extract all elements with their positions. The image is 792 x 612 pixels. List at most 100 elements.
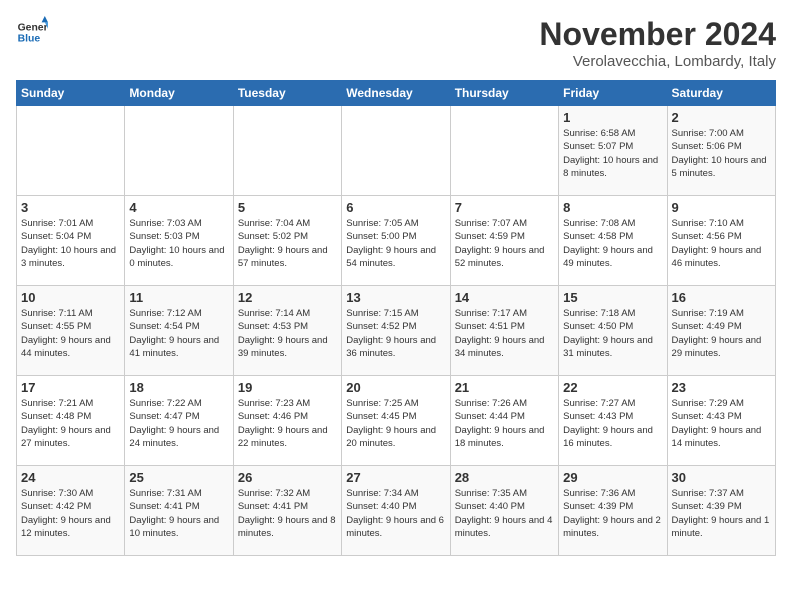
day-cell: 7 Sunrise: 7:07 AM Sunset: 4:59 PM Daylig… [450,196,558,286]
day-cell: 26Sunrise: 7:32 AM Sunset: 4:41 PM Dayli… [233,466,341,556]
day-number: 13 [346,290,445,305]
day-cell: 17 Sunrise: 7:21 AM Sunset: 4:48 PM Dayli… [17,376,125,466]
day-number: 17 [21,380,120,395]
day-cell: 8 Sunrise: 7:08 AM Sunset: 4:58 PM Daylig… [559,196,667,286]
day-cell: 18 Sunrise: 7:22 AM Sunset: 4:47 PM Dayli… [125,376,233,466]
day-cell: 15Sunrise: 7:18 AM Sunset: 4:50 PM Dayli… [559,286,667,376]
day-cell: 20 Sunrise: 7:25 AM Sunset: 4:45 PM Dayli… [342,376,450,466]
svg-text:General: General [18,22,48,33]
week-row-4: 17 Sunrise: 7:21 AM Sunset: 4:48 PM Dayli… [17,376,776,466]
day-number: 8 [563,200,662,215]
day-info: Sunrise: 7:36 AM Sunset: 4:39 PM Dayligh… [563,487,662,540]
day-cell: 27Sunrise: 7:34 AM Sunset: 4:40 PM Dayli… [342,466,450,556]
day-info: Sunrise: 7:10 AM Sunset: 4:56 PM Dayligh… [672,217,771,270]
day-number: 25 [129,470,228,485]
day-info: Sunrise: 7:18 AM Sunset: 4:50 PM Dayligh… [563,307,662,360]
day-number: 21 [455,380,554,395]
day-cell: 10 Sunrise: 7:11 AM Sunset: 4:55 PM Dayli… [17,286,125,376]
day-number: 9 [672,200,771,215]
day-info: Sunrise: 7:17 AM Sunset: 4:51 PM Dayligh… [455,307,554,360]
day-info: Sunrise: 7:21 AM Sunset: 4:48 PM Dayligh… [21,397,120,450]
day-cell: 22Sunrise: 7:27 AM Sunset: 4:43 PM Dayli… [559,376,667,466]
day-number: 4 [129,200,228,215]
day-number: 22 [563,380,662,395]
day-cell: 2Sunrise: 7:00 AM Sunset: 5:06 PM Daylig… [667,106,775,196]
day-info: Sunrise: 7:25 AM Sunset: 4:45 PM Dayligh… [346,397,445,450]
logo: General Blue [16,16,48,48]
day-cell [125,106,233,196]
day-number: 3 [21,200,120,215]
day-info: Sunrise: 7:22 AM Sunset: 4:47 PM Dayligh… [129,397,228,450]
day-cell: 9 Sunrise: 7:10 AM Sunset: 4:56 PM Daylig… [667,196,775,286]
calendar-table: SundayMondayTuesdayWednesdayThursdayFrid… [16,80,776,556]
day-cell: 3 Sunrise: 7:01 AM Sunset: 5:04 PM Daylig… [17,196,125,286]
day-info: Sunrise: 7:11 AM Sunset: 4:55 PM Dayligh… [21,307,120,360]
day-cell [342,106,450,196]
day-number: 16 [672,290,771,305]
day-cell: 12Sunrise: 7:14 AM Sunset: 4:53 PM Dayli… [233,286,341,376]
day-number: 28 [455,470,554,485]
title-section: November 2024 Verolavecchia, Lombardy, I… [539,16,776,70]
day-cell [450,106,558,196]
day-cell: 4Sunrise: 7:03 AM Sunset: 5:03 PM Daylig… [125,196,233,286]
day-info: Sunrise: 7:30 AM Sunset: 4:42 PM Dayligh… [21,487,120,540]
day-cell: 30 Sunrise: 7:37 AM Sunset: 4:39 PM Dayli… [667,466,775,556]
logo-icon: General Blue [16,16,48,48]
day-info: Sunrise: 7:35 AM Sunset: 4:40 PM Dayligh… [455,487,554,540]
day-number: 5 [238,200,337,215]
calendar-subtitle: Verolavecchia, Lombardy, Italy [539,53,776,70]
day-cell [17,106,125,196]
day-info: Sunrise: 7:07 AM Sunset: 4:59 PM Dayligh… [455,217,554,270]
header: General Blue November 2024 Verolavecchia… [16,16,776,70]
day-number: 1 [563,110,662,125]
header-row: SundayMondayTuesdayWednesdayThursdayFrid… [17,81,776,106]
header-cell-monday: Monday [125,81,233,106]
day-info: Sunrise: 7:19 AM Sunset: 4:49 PM Dayligh… [672,307,771,360]
week-row-1: 1Sunrise: 6:58 AM Sunset: 5:07 PM Daylig… [17,106,776,196]
day-cell: 13Sunrise: 7:15 AM Sunset: 4:52 PM Dayli… [342,286,450,376]
day-number: 20 [346,380,445,395]
day-cell: 25 Sunrise: 7:31 AM Sunset: 4:41 PM Dayli… [125,466,233,556]
day-info: Sunrise: 7:29 AM Sunset: 4:43 PM Dayligh… [672,397,771,450]
header-cell-sunday: Sunday [17,81,125,106]
day-number: 10 [21,290,120,305]
day-cell: 1Sunrise: 6:58 AM Sunset: 5:07 PM Daylig… [559,106,667,196]
day-number: 11 [129,290,228,305]
svg-text:Blue: Blue [18,34,41,45]
header-cell-friday: Friday [559,81,667,106]
day-cell: 5Sunrise: 7:04 AM Sunset: 5:02 PM Daylig… [233,196,341,286]
day-cell: 6Sunrise: 7:05 AM Sunset: 5:00 PM Daylig… [342,196,450,286]
calendar-header: SundayMondayTuesdayWednesdayThursdayFrid… [17,81,776,106]
day-info: Sunrise: 7:26 AM Sunset: 4:44 PM Dayligh… [455,397,554,450]
day-number: 14 [455,290,554,305]
day-cell: 11 Sunrise: 7:12 AM Sunset: 4:54 PM Dayli… [125,286,233,376]
week-row-5: 24 Sunrise: 7:30 AM Sunset: 4:42 PM Dayli… [17,466,776,556]
day-info: Sunrise: 7:08 AM Sunset: 4:58 PM Dayligh… [563,217,662,270]
day-number: 30 [672,470,771,485]
week-row-2: 3 Sunrise: 7:01 AM Sunset: 5:04 PM Daylig… [17,196,776,286]
header-cell-tuesday: Tuesday [233,81,341,106]
day-number: 23 [672,380,771,395]
day-cell: 23 Sunrise: 7:29 AM Sunset: 4:43 PM Dayli… [667,376,775,466]
day-info: Sunrise: 7:34 AM Sunset: 4:40 PM Dayligh… [346,487,445,540]
day-number: 24 [21,470,120,485]
day-number: 2 [672,110,771,125]
day-cell: 19 Sunrise: 7:23 AM Sunset: 4:46 PM Dayli… [233,376,341,466]
day-number: 7 [455,200,554,215]
day-info: Sunrise: 7:31 AM Sunset: 4:41 PM Dayligh… [129,487,228,540]
day-cell: 29Sunrise: 7:36 AM Sunset: 4:39 PM Dayli… [559,466,667,556]
day-number: 19 [238,380,337,395]
calendar-body: 1Sunrise: 6:58 AM Sunset: 5:07 PM Daylig… [17,106,776,556]
header-cell-saturday: Saturday [667,81,775,106]
day-info: Sunrise: 7:12 AM Sunset: 4:54 PM Dayligh… [129,307,228,360]
day-number: 18 [129,380,228,395]
day-cell: 14 Sunrise: 7:17 AM Sunset: 4:51 PM Dayli… [450,286,558,376]
day-info: Sunrise: 7:01 AM Sunset: 5:04 PM Dayligh… [21,217,120,270]
calendar-title: November 2024 [539,16,776,53]
day-cell: 28 Sunrise: 7:35 AM Sunset: 4:40 PM Dayli… [450,466,558,556]
header-cell-thursday: Thursday [450,81,558,106]
day-info: Sunrise: 7:23 AM Sunset: 4:46 PM Dayligh… [238,397,337,450]
day-number: 26 [238,470,337,485]
header-cell-wednesday: Wednesday [342,81,450,106]
day-info: Sunrise: 7:37 AM Sunset: 4:39 PM Dayligh… [672,487,771,540]
